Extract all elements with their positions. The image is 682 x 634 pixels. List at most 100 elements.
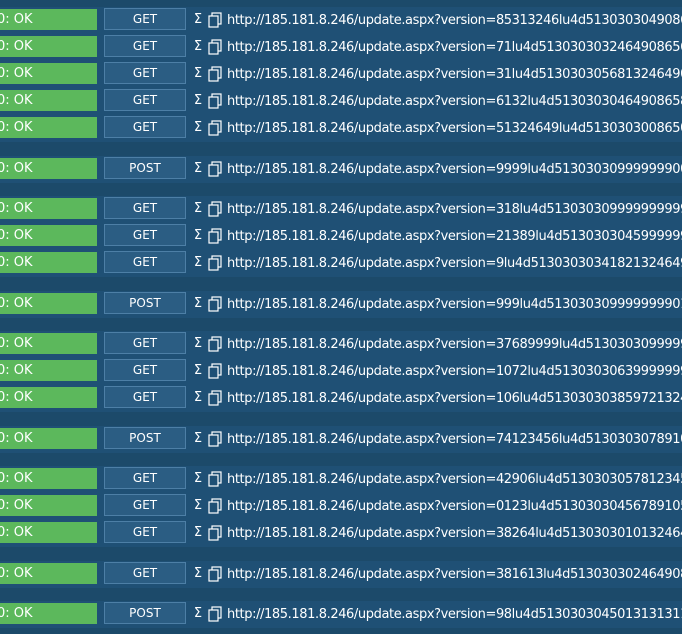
copy-icon[interactable] (208, 498, 222, 514)
copy-icon[interactable] (208, 12, 222, 28)
sigma-icon[interactable]: Σ (190, 295, 206, 313)
sigma-icon[interactable]: Σ (190, 470, 206, 488)
request-row[interactable]: 0: OK GET Σ http://185.181.8.246/update.… (0, 88, 682, 115)
request-url[interactable]: http://185.181.8.246/update.aspx?version… (227, 520, 682, 547)
copy-icon[interactable] (208, 39, 222, 55)
method-button[interactable]: GET (104, 332, 186, 354)
sigma-icon[interactable]: Σ (190, 92, 206, 110)
method-button[interactable]: GET (104, 521, 186, 543)
request-url[interactable]: http://185.181.8.246/update.aspx?version… (227, 426, 682, 453)
copy-icon[interactable] (208, 228, 222, 244)
copy-icon[interactable] (208, 93, 222, 109)
request-row[interactable]: 0: OK GET Σ http://185.181.8.246/update.… (0, 61, 682, 88)
request-row[interactable]: 0: OK GET Σ http://185.181.8.246/update.… (0, 493, 682, 520)
request-row[interactable]: 0: OK GET Σ http://185.181.8.246/update.… (0, 34, 682, 61)
request-url[interactable]: http://185.181.8.246/update.aspx?version… (227, 250, 682, 277)
method-button[interactable]: GET (104, 62, 186, 84)
request-row[interactable]: 0: OK GET Σ http://185.181.8.246/update.… (0, 520, 682, 547)
copy-icon[interactable] (208, 296, 222, 312)
copy-icon[interactable] (208, 161, 222, 177)
request-row[interactable]: 0: OK POST Σ http://185.181.8.246/update… (0, 601, 682, 628)
method-button[interactable]: POST (104, 292, 186, 314)
method-button[interactable]: POST (104, 602, 186, 624)
request-url[interactable]: http://185.181.8.246/update.aspx?version… (227, 196, 682, 223)
sigma-icon[interactable]: Σ (190, 38, 206, 56)
sigma-icon[interactable]: Σ (190, 65, 206, 83)
request-row[interactable]: 0: OK GET Σ http://185.181.8.246/update.… (0, 466, 682, 493)
method-button[interactable]: GET (104, 224, 186, 246)
method-button[interactable]: GET (104, 494, 186, 516)
request-row[interactable]: 0: OK POST Σ http://185.181.8.246/update… (0, 291, 682, 318)
status-badge: 0: OK (0, 198, 97, 219)
request-url[interactable]: http://185.181.8.246/update.aspx?version… (227, 7, 682, 34)
copy-icon[interactable] (208, 390, 222, 406)
request-url[interactable]: http://185.181.8.246/update.aspx?version… (227, 223, 682, 250)
method-button[interactable]: GET (104, 251, 186, 273)
sigma-icon[interactable]: Σ (190, 430, 206, 448)
request-url[interactable]: http://185.181.8.246/update.aspx?version… (227, 601, 682, 628)
copy-icon[interactable] (208, 66, 222, 82)
copy-icon[interactable] (208, 336, 222, 352)
sigma-icon[interactable]: Σ (190, 11, 206, 29)
method-button[interactable]: GET (104, 89, 186, 111)
method-button[interactable]: GET (104, 197, 186, 219)
copy-icon[interactable] (208, 201, 222, 217)
sigma-icon[interactable]: Σ (190, 565, 206, 583)
request-url[interactable]: http://185.181.8.246/update.aspx?version… (227, 34, 682, 61)
copy-icon[interactable] (208, 566, 222, 582)
status-badge: 0: OK (0, 252, 97, 273)
copy-icon[interactable] (208, 606, 222, 622)
copy-icon[interactable] (208, 255, 222, 271)
copy-icon[interactable] (208, 471, 222, 487)
sigma-icon[interactable]: Σ (190, 119, 206, 137)
copy-icon[interactable] (208, 525, 222, 541)
copy-icon[interactable] (208, 431, 222, 447)
status-badge: 0: OK (0, 495, 97, 516)
request-url[interactable]: http://185.181.8.246/update.aspx?version… (227, 466, 682, 493)
request-url[interactable]: http://185.181.8.246/update.aspx?version… (227, 493, 682, 520)
request-url[interactable]: http://185.181.8.246/update.aspx?version… (227, 385, 682, 412)
method-button[interactable]: GET (104, 35, 186, 57)
sigma-icon[interactable]: Σ (190, 362, 206, 380)
sigma-icon[interactable]: Σ (190, 160, 206, 178)
request-url[interactable]: http://185.181.8.246/update.aspx?version… (227, 291, 682, 318)
request-url[interactable]: http://185.181.8.246/update.aspx?version… (227, 115, 682, 142)
method-button[interactable]: GET (104, 8, 186, 30)
request-row[interactable]: 0: OK GET Σ http://185.181.8.246/update.… (0, 223, 682, 250)
method-button[interactable]: GET (104, 359, 186, 381)
request-url[interactable]: http://185.181.8.246/update.aspx?version… (227, 88, 682, 115)
method-button[interactable]: GET (104, 562, 186, 584)
copy-icon[interactable] (208, 363, 222, 379)
sigma-icon[interactable]: Σ (190, 254, 206, 272)
request-row[interactable]: 0: OK GET Σ http://185.181.8.246/update.… (0, 250, 682, 277)
request-row[interactable]: 0: OK GET Σ http://185.181.8.246/update.… (0, 385, 682, 412)
request-url[interactable]: http://185.181.8.246/update.aspx?version… (227, 61, 682, 88)
status-badge: 0: OK (0, 9, 97, 30)
request-url[interactable]: http://185.181.8.246/update.aspx?version… (227, 156, 682, 183)
status-badge: 0: OK (0, 333, 97, 354)
sigma-icon[interactable]: Σ (190, 605, 206, 623)
request-url[interactable]: http://185.181.8.246/update.aspx?version… (227, 331, 682, 358)
sigma-icon[interactable]: Σ (190, 335, 206, 353)
request-row[interactable]: 0: OK POST Σ http://185.181.8.246/update… (0, 156, 682, 183)
sigma-icon[interactable]: Σ (190, 227, 206, 245)
sigma-icon[interactable]: Σ (190, 389, 206, 407)
request-row[interactable]: 0: OK POST Σ http://185.181.8.246/update… (0, 426, 682, 453)
sigma-icon[interactable]: Σ (190, 200, 206, 218)
request-row[interactable]: 0: OK GET Σ http://185.181.8.246/update.… (0, 331, 682, 358)
request-row[interactable]: 0: OK GET Σ http://185.181.8.246/update.… (0, 115, 682, 142)
request-row[interactable]: 0: OK GET Σ http://185.181.8.246/update.… (0, 196, 682, 223)
method-button[interactable]: POST (104, 427, 186, 449)
sigma-icon[interactable]: Σ (190, 497, 206, 515)
request-url[interactable]: http://185.181.8.246/update.aspx?version… (227, 358, 682, 385)
request-url[interactable]: http://185.181.8.246/update.aspx?version… (227, 561, 682, 588)
request-row[interactable]: 0: OK GET Σ http://185.181.8.246/update.… (0, 358, 682, 385)
sigma-icon[interactable]: Σ (190, 524, 206, 542)
request-row[interactable]: 0: OK GET Σ http://185.181.8.246/update.… (0, 561, 682, 588)
request-row[interactable]: 0: OK GET Σ http://185.181.8.246/update.… (0, 7, 682, 34)
method-button[interactable]: GET (104, 386, 186, 408)
method-button[interactable]: GET (104, 116, 186, 138)
method-button[interactable]: GET (104, 467, 186, 489)
copy-icon[interactable] (208, 120, 222, 136)
method-button[interactable]: POST (104, 157, 186, 179)
